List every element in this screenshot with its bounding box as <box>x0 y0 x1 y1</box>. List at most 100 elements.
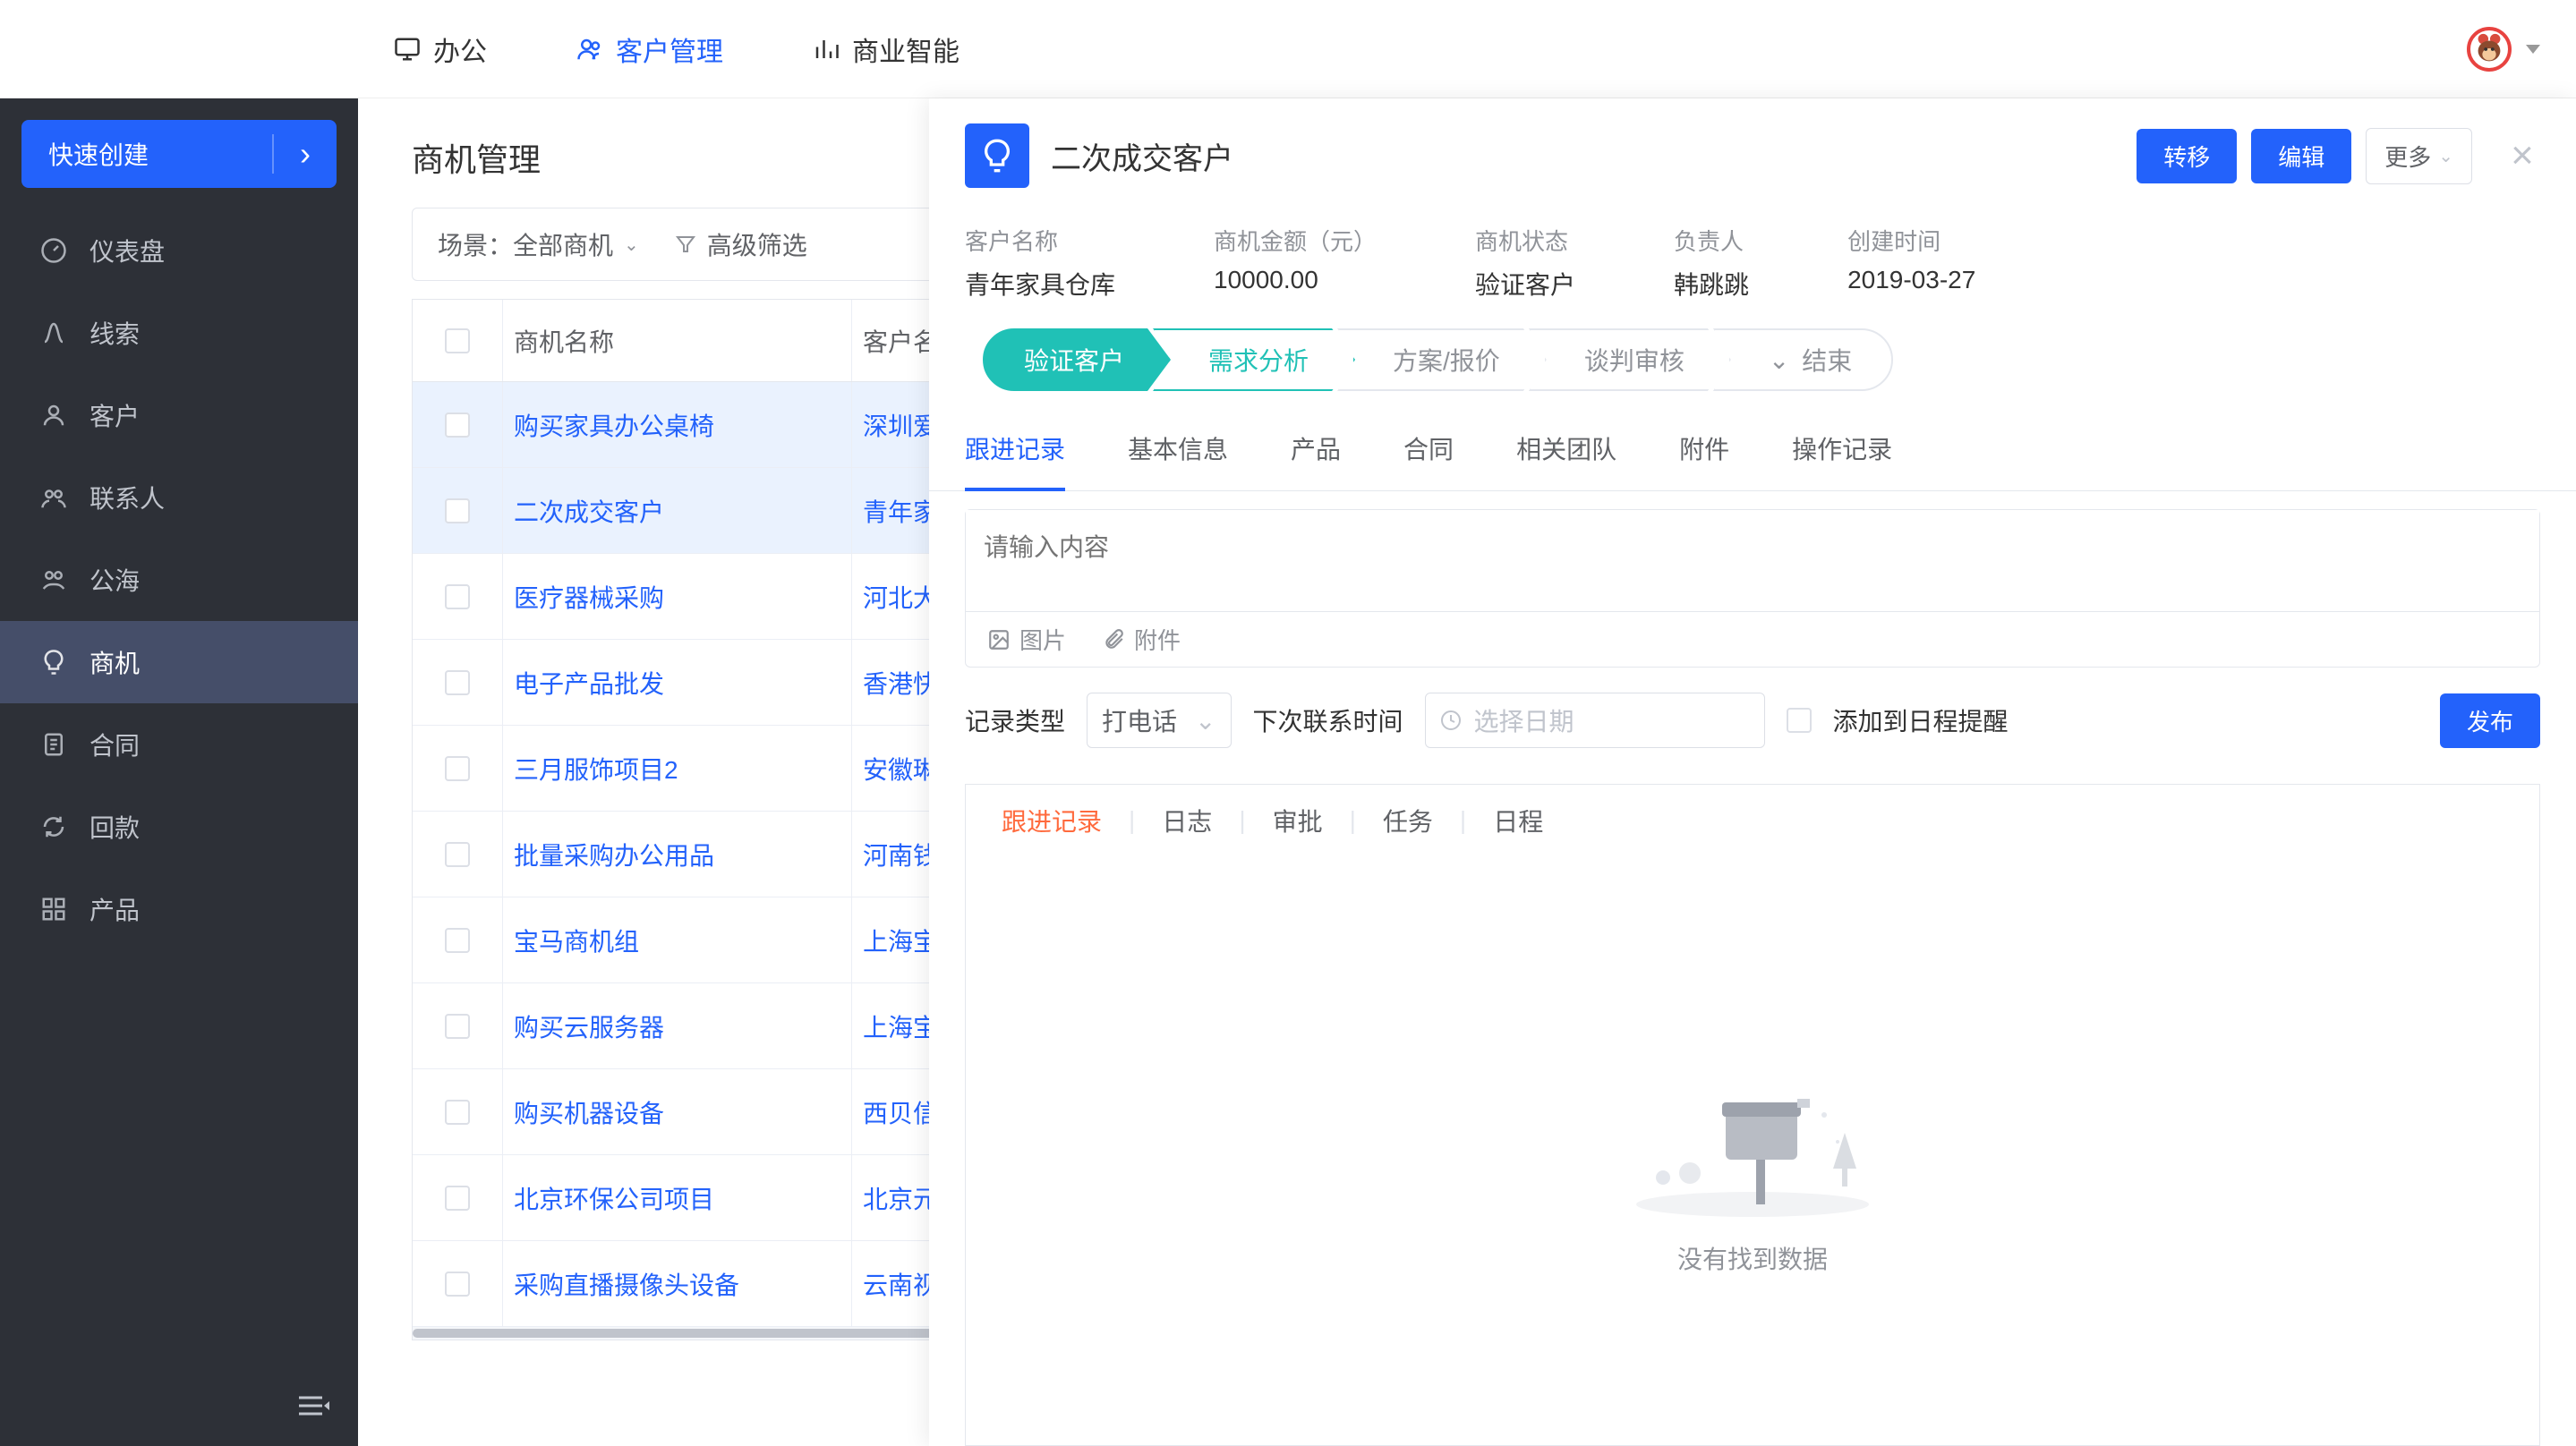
detail-header: 二次成交客户 转移 编辑 更多⌄ × <box>929 98 2576 197</box>
opportunity-link[interactable]: 电子产品批发 <box>514 665 664 701</box>
sidebar-item-opportunity[interactable]: 商机 <box>0 621 358 703</box>
customer-link[interactable]: 河南钱 <box>863 837 938 872</box>
nav-crm[interactable]: 客户管理 <box>576 30 723 69</box>
stage-step[interactable]: 需求分析 <box>1153 328 1355 391</box>
subtab[interactable]: 日程 <box>1484 803 1552 838</box>
opportunity-link[interactable]: 医疗器械采购 <box>514 579 664 615</box>
opportunity-link[interactable]: 购买家具办公桌椅 <box>514 407 714 443</box>
customer-link[interactable]: 深圳爱 <box>863 407 938 443</box>
nav-bi[interactable]: 商业智能 <box>813 30 960 69</box>
row-checkbox[interactable] <box>413 1272 502 1297</box>
sidebar-item-contacts[interactable]: 联系人 <box>0 456 358 539</box>
nav-office[interactable]: 办公 <box>394 30 487 69</box>
checkbox-icon <box>445 1100 470 1125</box>
opportunity-link[interactable]: 购买云服务器 <box>514 1008 664 1044</box>
checkbox-icon <box>445 498 470 523</box>
user-avatar[interactable] <box>2467 27 2512 72</box>
row-checkbox[interactable] <box>413 413 502 438</box>
detail-tab[interactable]: 跟进记录 <box>965 409 1065 491</box>
subtab[interactable]: 跟进记录 <box>993 803 1111 838</box>
checkbox-icon <box>445 756 470 781</box>
subtab[interactable]: 日志 <box>1153 803 1221 838</box>
scrollbar-thumb[interactable] <box>413 1329 940 1338</box>
sidebar-item-customers[interactable]: 客户 <box>0 374 358 456</box>
sidebar-item-products[interactable]: 产品 <box>0 868 358 950</box>
next-contact-date-input[interactable]: 选择日期 <box>1425 693 1765 748</box>
sidebar-item-receivables[interactable]: 回款 <box>0 786 358 868</box>
detail-tab[interactable]: 操作记录 <box>1792 409 1892 490</box>
customer-link[interactable]: 河北大 <box>863 579 938 615</box>
info-block: 负责人韩跳跳 <box>1674 224 1749 302</box>
customer-link[interactable]: 上海宝 <box>863 1008 938 1044</box>
opportunity-link[interactable]: 三月服饰项目2 <box>514 751 678 787</box>
detail-tab[interactable]: 产品 <box>1291 409 1341 490</box>
info-block: 商机状态验证客户 <box>1475 224 1575 302</box>
add-schedule-checkbox[interactable] <box>1787 708 1812 733</box>
top-nav-right <box>2467 27 2540 72</box>
subtab[interactable]: 审批 <box>1264 803 1332 838</box>
info-block: 创建时间2019-03-27 <box>1847 224 1975 302</box>
stage-step[interactable]: 验证客户 <box>983 328 1171 391</box>
row-checkbox[interactable] <box>413 1186 502 1211</box>
sidebar-collapse-button[interactable] <box>0 1365 358 1446</box>
advanced-filter[interactable]: 高级筛选 <box>675 226 807 262</box>
detail-tab[interactable]: 合同 <box>1403 409 1454 490</box>
customer-link[interactable]: 上海宝 <box>863 923 938 958</box>
stage-step[interactable]: ⌄结束 <box>1713 328 1893 391</box>
sidebar-item-pool[interactable]: 公海 <box>0 539 358 621</box>
row-checkbox[interactable] <box>413 498 502 523</box>
checkbox-icon <box>445 842 470 867</box>
customer-link[interactable]: 安徽琳 <box>863 751 938 787</box>
row-checkbox[interactable] <box>413 756 502 781</box>
column-header-name[interactable]: 商机名称 <box>502 300 851 381</box>
user-menu-caret-icon[interactable] <box>2526 45 2540 54</box>
row-checkbox[interactable] <box>413 584 502 609</box>
row-checkbox[interactable] <box>413 1100 502 1125</box>
stage-label: 结束 <box>1802 342 1852 378</box>
customer-link[interactable]: 云南视 <box>863 1266 938 1302</box>
transfer-button[interactable]: 转移 <box>2137 129 2237 183</box>
close-button[interactable]: × <box>2504 138 2540 174</box>
quick-create-label: 快速创建 <box>21 136 272 172</box>
scene-selector[interactable]: 场景：全部商机 ⌄ <box>438 226 639 262</box>
edit-button[interactable]: 编辑 <box>2251 129 2351 183</box>
empty-text: 没有找到数据 <box>1677 1240 1828 1276</box>
subtab[interactable]: 任务 <box>1374 803 1442 838</box>
detail-tab[interactable]: 基本信息 <box>1128 409 1228 490</box>
insert-attachment-button[interactable]: 附件 <box>1102 623 1181 656</box>
sidebar-item-leads[interactable]: 线索 <box>0 292 358 374</box>
customer-link[interactable]: 北京元 <box>863 1180 938 1216</box>
customer-link[interactable]: 西贝信 <box>863 1094 938 1130</box>
row-checkbox[interactable] <box>413 1014 502 1039</box>
opportunity-link[interactable]: 宝马商机组 <box>514 923 639 958</box>
stage-step[interactable]: 谈判审核 <box>1529 328 1731 391</box>
stage-label: 方案/报价 <box>1393 342 1500 378</box>
scene-label: 场景：全部商机 <box>438 226 613 262</box>
opportunity-link[interactable]: 采购直播摄像头设备 <box>514 1266 739 1302</box>
quick-create-button[interactable]: 快速创建 › <box>21 120 337 188</box>
opportunity-link[interactable]: 二次成交客户 <box>514 493 664 529</box>
nav-office-label: 办公 <box>433 30 487 69</box>
insert-image-button[interactable]: 图片 <box>987 623 1066 656</box>
detail-tab[interactable]: 相关团队 <box>1516 409 1616 490</box>
image-icon <box>987 628 1011 651</box>
row-checkbox[interactable] <box>413 670 502 695</box>
publish-button[interactable]: 发布 <box>2440 693 2540 748</box>
sidebar-item-dashboard[interactable]: 仪表盘 <box>0 209 358 292</box>
record-type-select[interactable]: 打电话⌄ <box>1087 693 1231 748</box>
sidebar-label: 仪表盘 <box>90 233 165 268</box>
sidebar-item-contracts[interactable]: 合同 <box>0 703 358 786</box>
more-button[interactable]: 更多⌄ <box>2366 128 2472 184</box>
opportunity-link[interactable]: 购买机器设备 <box>514 1094 664 1130</box>
opportunity-link[interactable]: 批量采购办公用品 <box>514 837 714 872</box>
opportunity-link[interactable]: 北京环保公司项目 <box>514 1180 714 1216</box>
row-checkbox[interactable] <box>413 842 502 867</box>
detail-tab[interactable]: 附件 <box>1679 409 1729 490</box>
follow-textarea[interactable] <box>966 510 2539 605</box>
row-checkbox[interactable] <box>413 928 502 953</box>
customer-link[interactable]: 香港快 <box>863 665 938 701</box>
stage-step[interactable]: 方案/报价 <box>1337 328 1547 391</box>
info-label: 客户名称 <box>965 224 1115 257</box>
select-all-cell[interactable] <box>413 328 502 353</box>
customer-link[interactable]: 青年家 <box>863 493 938 529</box>
